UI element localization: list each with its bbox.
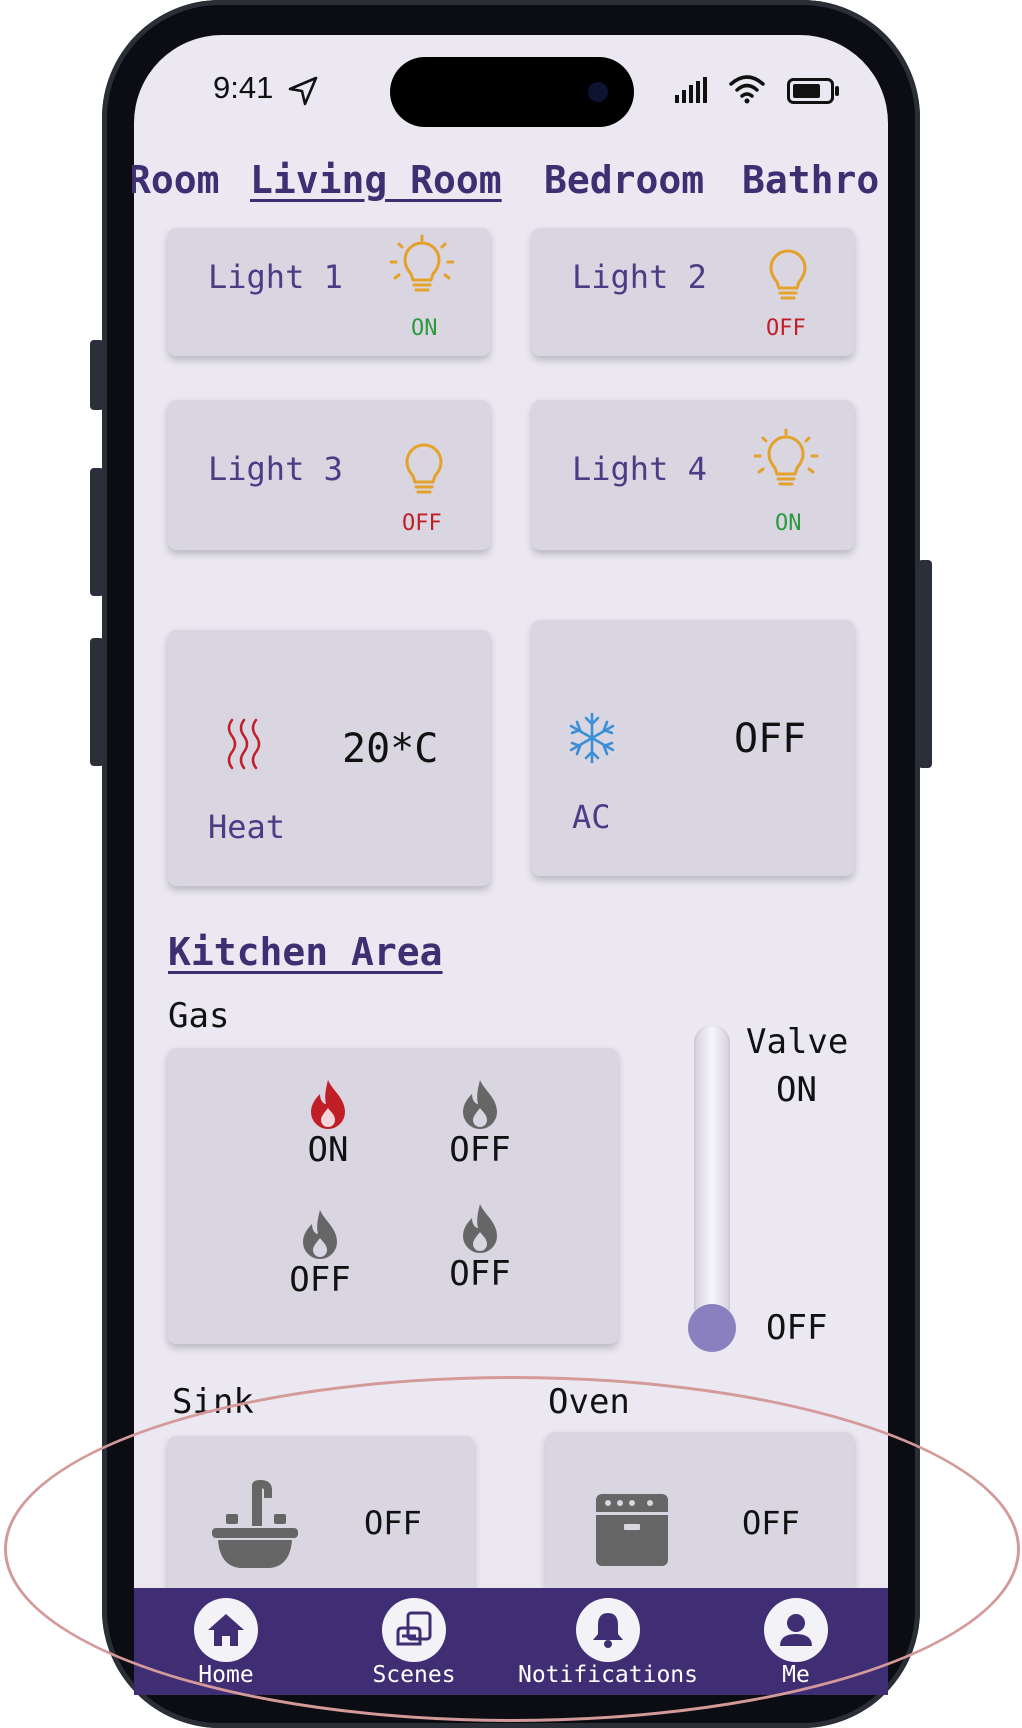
sink-icon <box>212 1480 298 1568</box>
sink-state: OFF <box>364 1504 422 1542</box>
burner-3-state: OFF <box>289 1260 351 1300</box>
bell-icon-circle <box>576 1598 640 1662</box>
gas-label: Gas <box>168 996 230 1036</box>
light-3-label: Light 3 <box>208 450 343 488</box>
heat-label: Heat <box>208 808 286 846</box>
light-4-label: Light 4 <box>572 450 707 488</box>
flame-inactive-icon <box>303 1210 337 1259</box>
cellular-signal-icon <box>675 77 707 103</box>
scenes-icon-circle <box>382 1598 446 1662</box>
tab-bathroom[interactable]: Bathro <box>742 158 879 202</box>
heat-card[interactable]: 20*C Heat <box>168 630 490 886</box>
home-icon <box>208 1614 244 1646</box>
burner-2-state: OFF <box>449 1130 511 1170</box>
power-button <box>918 560 932 768</box>
burner-3[interactable]: OFF <box>270 1208 370 1308</box>
user-icon <box>780 1614 812 1646</box>
flame-active-icon <box>311 1080 345 1129</box>
light-1-card[interactable]: Light 1 ON <box>168 228 490 356</box>
burner-2[interactable]: OFF <box>430 1078 530 1178</box>
dynamic-island <box>390 57 634 127</box>
battery-icon <box>787 78 839 104</box>
burner-1[interactable]: ON <box>288 1078 368 1178</box>
nav-me-label: Me <box>782 1662 810 1688</box>
location-arrow-icon <box>288 76 318 106</box>
user-icon-circle <box>764 1598 828 1662</box>
nav-home-label: Home <box>198 1662 254 1688</box>
nav-home[interactable]: Home <box>146 1588 306 1695</box>
light-3-state: OFF <box>402 511 442 536</box>
ac-label: AC <box>572 798 611 836</box>
lightbulb-on-icon <box>753 428 819 486</box>
heat-temperature: 20*C <box>342 726 439 772</box>
burner-4-state: OFF <box>449 1254 511 1294</box>
valve-off-label: OFF <box>766 1308 828 1348</box>
burner-4[interactable]: OFF <box>430 1202 530 1302</box>
flame-inactive-icon <box>463 1204 497 1253</box>
flame-inactive-icon <box>463 1080 497 1129</box>
sink-label: Sink <box>172 1382 254 1422</box>
light-3-card[interactable]: Light 3 OFF <box>168 400 490 550</box>
lightbulb-off-icon <box>769 249 807 300</box>
nav-scenes-label: Scenes <box>372 1662 456 1688</box>
bottom-navigation: Home Scenes Notifications Me <box>134 1588 888 1695</box>
valve-on-label: ON <box>776 1070 817 1110</box>
light-4-card[interactable]: Light 4 ON <box>532 400 854 550</box>
light-2-card[interactable]: Light 2 OFF <box>532 228 854 356</box>
nav-notifications[interactable]: Notifications <box>508 1588 708 1695</box>
light-2-label: Light 2 <box>572 258 707 296</box>
lightbulb-off-icon <box>405 443 443 494</box>
valve-label: Valve <box>746 1022 849 1062</box>
nav-scenes[interactable]: Scenes <box>334 1588 494 1695</box>
volume-down-button <box>90 638 104 766</box>
ac-card[interactable]: OFF AC <box>532 620 854 876</box>
light-4-state: ON <box>775 511 802 536</box>
light-1-state: ON <box>411 316 438 341</box>
tab-room[interactable]: Room <box>132 158 220 202</box>
snowflake-icon <box>569 712 615 764</box>
home-icon-circle <box>194 1598 258 1662</box>
nav-notifications-label: Notifications <box>517 1662 698 1688</box>
valve-slider-knob[interactable] <box>688 1304 736 1352</box>
ac-state: OFF <box>734 716 807 762</box>
room-tabs: Room Living Room Bedroom Bathro <box>132 158 886 206</box>
oven-label: Oven <box>548 1382 630 1422</box>
gas-burners-card: ON OFF OFF OFF <box>168 1048 618 1344</box>
burner-1-state: ON <box>307 1130 349 1170</box>
heat-waves-icon <box>227 718 261 770</box>
volume-up-button <box>90 468 104 596</box>
kitchen-area-heading: Kitchen Area <box>168 930 443 974</box>
light-2-state: OFF <box>766 316 806 341</box>
tab-living-room[interactable]: Living Room <box>250 158 502 202</box>
tab-bedroom[interactable]: Bedroom <box>544 158 704 202</box>
scenes-icon <box>396 1611 432 1646</box>
bell-icon <box>593 1613 623 1648</box>
oven-icon <box>596 1494 668 1566</box>
light-1-label: Light 1 <box>208 258 343 296</box>
status-time: 9:41 <box>213 70 274 105</box>
camera-icon <box>588 82 608 102</box>
valve-slider-track[interactable] <box>694 1025 730 1325</box>
mute-switch <box>90 340 104 410</box>
wifi-icon <box>729 75 765 104</box>
oven-state: OFF <box>742 1504 800 1542</box>
nav-me[interactable]: Me <box>716 1588 876 1695</box>
lightbulb-on-icon <box>389 234 455 292</box>
